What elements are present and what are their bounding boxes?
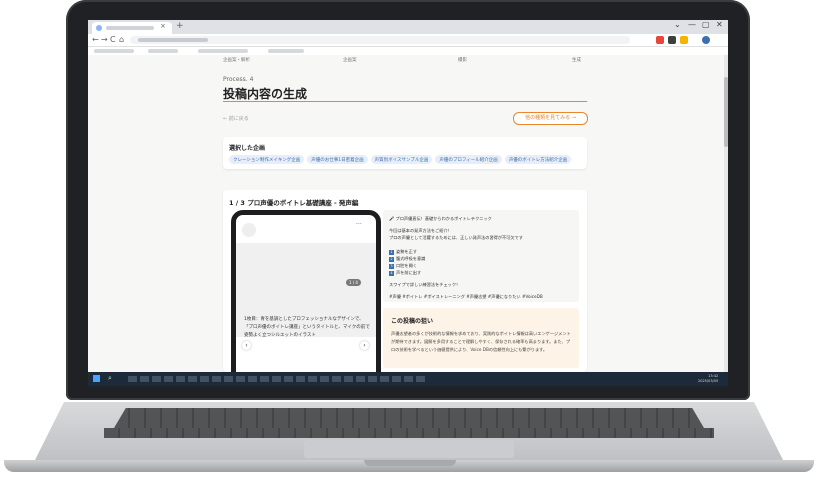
post-aim-box: この投稿の狙い 声優志望者の多くが技術的な情報を求めており、実践的なボイトレ情報… [383, 308, 579, 368]
browser-tab[interactable]: × [92, 22, 172, 34]
caption-item: 4 声を前に出す [389, 270, 422, 276]
taskbar: ⌕ 13:42 2025/03/05 [88, 372, 728, 386]
favicon-icon [96, 25, 102, 31]
plan-chip[interactable]: クレーション制作メイキング企画 [229, 155, 305, 164]
keyboard-row [104, 428, 714, 438]
avatar [242, 223, 256, 237]
browser-toolbar: ← → C ⌂ [88, 34, 728, 47]
slide-image: 1 / 4 1枚目：青を基調としたプロフェッショナルなデザインで、「プロ声優のボ… [236, 243, 376, 350]
number-badge: 4 [389, 271, 394, 276]
scrollbar-thumb[interactable] [724, 77, 728, 147]
address-bar[interactable] [130, 36, 630, 44]
tab-bar: × + ⌄ — ▢ ✕ [88, 20, 728, 34]
plan-chip[interactable]: 声優のボイトレ方法紹介企画 [504, 155, 572, 164]
maximize-icon[interactable]: ▢ [702, 20, 710, 29]
plan-chip[interactable]: 声質別ボイスサンプル企画 [370, 155, 433, 164]
caption-line: 今回は基本の発声方法をご紹介！ [389, 228, 452, 233]
step-label: 撮影 [458, 58, 467, 63]
minimize-icon[interactable]: — [688, 20, 696, 29]
new-tab-button[interactable]: + [176, 21, 184, 31]
slide-counter: 1 / 4 [346, 279, 361, 286]
tab-close-icon[interactable]: × [160, 22, 166, 30]
search-icon[interactable]: ⌕ [108, 374, 112, 383]
profile-avatar-icon[interactable] [702, 36, 710, 44]
caption-line: 🎤 プロ声優直伝！基礎からわかるボイトレテクニック [389, 216, 492, 221]
caption-item: 1 姿勢を正す [389, 249, 417, 255]
more-icon[interactable]: ··· [356, 221, 362, 228]
aim-text: 声優志望者の多くが技術的な情報を求めており、実践的なボイトレ情報は高いエンゲージ… [391, 331, 571, 352]
number-badge: 3 [389, 264, 394, 269]
plan-chip[interactable]: 声優のプロフィール紹介企画 [435, 155, 502, 164]
bookmark-item[interactable] [148, 49, 178, 53]
bookmark-item[interactable] [198, 49, 248, 53]
clock[interactable]: 13:42 2025/03/05 [698, 374, 718, 384]
plan-chips: クレーション制作メイキング企画 声優のお仕事1日密着企画 声質別ボイスサンプル企… [229, 155, 572, 164]
reload-icon[interactable]: C [110, 35, 116, 44]
extension-icon[interactable] [656, 36, 664, 44]
screen: × + ⌄ — ▢ ✕ ← → C ⌂ 企画案・解析 企画案 撮影 生成 Pro… [88, 20, 728, 386]
caption-item: 2 腹式呼吸を意識 [389, 256, 426, 262]
prev-slide-icon[interactable]: ‹ [242, 341, 251, 350]
plan-chip[interactable]: 声優のお仕事1日密着企画 [307, 155, 368, 164]
number-badge: 1 [389, 250, 394, 255]
laptop-notch [364, 460, 456, 466]
bookmark-item[interactable] [268, 49, 304, 53]
back-icon[interactable]: ← [92, 35, 99, 44]
aim-heading: この投稿の狙い [391, 318, 434, 325]
post-heading: 1 / 3 プロ声優のボイトレ基礎講座 - 発声編 [229, 199, 359, 207]
page-content: 企画案・解析 企画案 撮影 生成 Process. 4 投稿内容の生成 ← 前に… [88, 55, 724, 386]
tab-search-icon[interactable]: ⌄ [674, 20, 681, 29]
slide-description: 1枚目：青を基調としたプロフェッショナルなデザインで、「プロ声優のボイトレ講座」… [244, 317, 370, 338]
number-badge: 2 [389, 257, 394, 262]
scrollbar[interactable] [724, 55, 728, 372]
url-blurred [138, 38, 208, 42]
caption-line: プロの声優として活躍するためには、正しい発声法の習得が不可欠です [389, 235, 523, 240]
keyboard [114, 408, 704, 428]
bookmark-item[interactable] [94, 49, 134, 53]
selected-plans-heading: 選択した企画 [229, 145, 266, 152]
extension-icon[interactable] [668, 36, 676, 44]
close-window-icon[interactable]: ✕ [716, 20, 723, 29]
back-link[interactable]: ← 前に戻る [223, 115, 249, 122]
windows-start-icon[interactable] [93, 375, 100, 382]
taskbar-apps[interactable] [128, 376, 428, 382]
step-label: 企画案・解析 [223, 58, 250, 63]
extension-icon[interactable] [680, 36, 688, 44]
step-label: 生成 [572, 58, 581, 63]
title-divider [223, 101, 587, 102]
clock-date: 2025/03/05 [698, 379, 719, 383]
phone-preview: ··· 1 / 4 1枚目：青を基調としたプロフェッショナルなデザインで、「プロ… [231, 210, 381, 386]
caption-line: スワイプで詳しい練習法をチェック！ [389, 282, 461, 287]
caption-hashtags: #声優 #ボイトレ #ボイストレーニング #声優志望 #声優になりたい #Voi… [389, 294, 543, 299]
trackpad [304, 440, 514, 458]
next-slide-icon[interactable]: › [360, 341, 369, 350]
post-card: 1 / 3 プロ声優のボイトレ基礎講座 - 発声編 ··· 1 / 4 1枚目：… [223, 190, 587, 386]
selected-plans-card: 選択した企画 クレーション制作メイキング企画 声優のお仕事1日密着企画 声質別ボ… [223, 137, 587, 169]
caption-box: 🎤 プロ声優直伝！基礎からわかるボイトレテクニック 今回は基本の発声方法をご紹介… [383, 210, 579, 302]
tab-title-blurred [106, 26, 154, 30]
other-plans-button[interactable]: 他の種類を見てみる → [513, 112, 588, 125]
forward-icon[interactable]: → [101, 35, 108, 44]
home-icon[interactable]: ⌂ [119, 35, 124, 44]
laptop-base [4, 402, 814, 472]
page-title: 投稿内容の生成 [223, 87, 308, 101]
process-label: Process. 4 [223, 76, 254, 83]
bookmarks-bar [88, 47, 728, 55]
caption-item: 3 口腔を開く [389, 263, 417, 269]
step-label: 企画案 [343, 58, 357, 63]
